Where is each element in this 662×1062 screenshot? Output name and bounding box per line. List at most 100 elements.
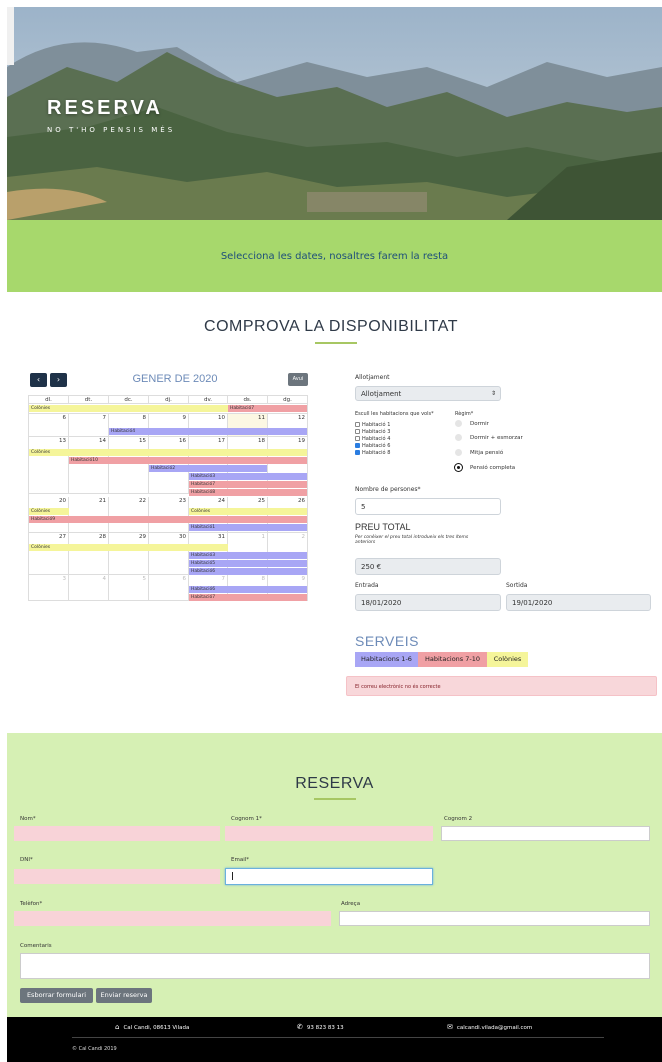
calendar-event[interactable]: Colònies [29, 508, 69, 515]
dni-input[interactable] [14, 869, 220, 884]
rooms-label: Escull les habitacions que vols* [355, 411, 434, 417]
submit-button[interactable]: Enviar reserva [96, 988, 152, 1003]
telefon-label: Telèfon* [20, 901, 43, 907]
calendar-event[interactable]: Habitació4 [109, 428, 307, 435]
footer-phone-text[interactable]: 93 823 83 13 [307, 1025, 344, 1031]
checkbox-icon[interactable] [355, 422, 360, 427]
adreca-input[interactable] [339, 911, 650, 926]
hero-banner: RESERVA NO T'HO PENSIS MÉS [7, 7, 662, 220]
calendar-day[interactable]: 22 [109, 497, 149, 532]
calendar-day[interactable]: 30 [149, 533, 189, 574]
weekday-header: dl. [29, 396, 69, 404]
calendar-today-button[interactable]: Avui [288, 373, 308, 386]
calendar-event[interactable]: Habitació7 [189, 481, 307, 488]
price-note: Per conèixer el preu total introdueix el… [355, 535, 469, 545]
room-checkbox[interactable]: Habitació 6 [355, 443, 390, 449]
calendar-day-other-month[interactable]: 6 [149, 575, 189, 601]
calendar-event[interactable]: Habitació6 [189, 568, 307, 575]
footer-divider [72, 1037, 604, 1038]
checkbox-checked-icon[interactable] [355, 443, 360, 448]
calendar-day[interactable]: 28 [69, 533, 109, 574]
calendar-event[interactable]: Habitació8 [189, 489, 307, 496]
calendar-event[interactable]: Colònies [29, 449, 307, 456]
calendar-event[interactable]: Habitació6 [189, 586, 307, 593]
calendar-day[interactable]: 14 [69, 437, 109, 493]
calendar-event[interactable]: Habitació7 [189, 594, 307, 601]
telefon-input[interactable] [14, 911, 331, 926]
calendar-event[interactable]: Colònies [29, 544, 228, 551]
calendar-day[interactable]: 29 [109, 533, 149, 574]
weekday-header: ds. [228, 396, 268, 404]
calendar-event[interactable]: Habitació1 [189, 524, 307, 531]
calendar-day[interactable]: 7 [69, 414, 109, 436]
regim-option[interactable]: Dormir [455, 420, 489, 429]
room-checkbox[interactable]: Habitació 4 [355, 436, 390, 442]
calendar-event[interactable]: Colònies [29, 405, 228, 412]
calendar-event[interactable]: Habitació5 [189, 560, 307, 567]
weekday-header: dg. [268, 396, 307, 404]
regim-option-label: Dormir [470, 421, 489, 427]
calendar-event[interactable]: Habitació3 [189, 473, 307, 480]
cognom2-input[interactable] [441, 826, 650, 841]
radio-selected-icon[interactable] [455, 464, 462, 471]
footer-phone[interactable]: ✆ 93 823 83 13 [297, 1023, 344, 1031]
regim-label: Règim* [455, 411, 474, 417]
calendar-day-other-month[interactable]: 3 [29, 575, 69, 601]
footer-address-text: Cal Candi, 08613 Vilada [123, 1025, 190, 1031]
regim-option[interactable]: Mitja pensió [455, 449, 503, 458]
adreca-label: Adreça [341, 901, 361, 907]
entrada-field[interactable]: 18/01/2020 [355, 594, 501, 611]
checkbox-icon[interactable] [355, 436, 360, 441]
entrada-label: Entrada [355, 582, 379, 589]
calendar-day[interactable]: 13 [29, 437, 69, 493]
cognom2-label: Cognom 2 [444, 816, 473, 822]
regim-option[interactable]: Pensió completa [455, 464, 515, 473]
calendar-prev-button[interactable]: ‹ [30, 373, 47, 387]
footer: ⌂ Cal Candi, 08613 Vilada ✆ 93 823 83 13 ✉… [7, 1017, 662, 1062]
calendar-day[interactable]: 6 [29, 414, 69, 436]
calendar-day[interactable]: 23 [149, 497, 189, 532]
comentaris-textarea[interactable] [20, 953, 650, 979]
radio-icon[interactable] [455, 449, 462, 456]
calendar-event[interactable]: Habitació3 [189, 552, 307, 559]
room-checkbox[interactable]: Habitació 8 [355, 450, 390, 456]
email-error-alert: El correu electrònic no és correcte [346, 676, 657, 696]
calendar-event[interactable]: Habitació2 [149, 465, 267, 472]
radio-icon[interactable] [455, 434, 462, 441]
calendar-event[interactable]: Habitació10 [69, 457, 307, 464]
weekday-header: dv. [189, 396, 228, 404]
phone-icon: ✆ [297, 1023, 303, 1031]
weekday-header: dt. [69, 396, 109, 404]
calendar-day-other-month[interactable]: 4 [69, 575, 109, 601]
room-checkbox[interactable]: Habitació 3 [355, 429, 390, 435]
email-input[interactable] [225, 868, 433, 885]
reset-button[interactable]: Esborrar formulari [20, 988, 93, 1003]
cognom1-label: Cognom 1* [231, 816, 262, 822]
regim-option[interactable]: Dormir + esmorzar [455, 434, 523, 443]
footer-email-text[interactable]: calcandi.vilada@gmail.com [457, 1025, 532, 1031]
title-underline [315, 342, 357, 344]
calendar-day[interactable]: 15 [109, 437, 149, 493]
intro-text: Selecciona les dates, nosaltres farem la… [220, 251, 449, 262]
calendar-day-other-month[interactable]: 5 [109, 575, 149, 601]
allotjament-select[interactable]: Allotjament ⇕ [355, 386, 501, 401]
calendar-event[interactable]: Habitació7 [228, 405, 307, 412]
calendar-day[interactable]: 21 [69, 497, 109, 532]
calendar-next-button[interactable]: › [50, 373, 67, 387]
service-tag-rooms-1-6: Habitacions 1-6 [355, 652, 418, 667]
nom-input[interactable] [14, 826, 220, 841]
room-label: Habitació 6 [362, 443, 391, 449]
regim-option-label: Mitja pensió [470, 450, 504, 456]
calendar-event[interactable]: Colònies [189, 508, 307, 515]
checkbox-checked-icon[interactable] [355, 450, 360, 455]
calendar-day[interactable]: 27 [29, 533, 69, 574]
reservation-title: RESERVA [295, 775, 374, 792]
radio-icon[interactable] [455, 420, 462, 427]
calendar-event[interactable]: Habitació9 [29, 516, 307, 523]
sortida-field[interactable]: 19/01/2020 [506, 594, 651, 611]
footer-email[interactable]: ✉ calcandi.vilada@gmail.com [447, 1023, 532, 1031]
persons-input[interactable]: 5 [355, 498, 501, 515]
cognom1-input[interactable] [225, 826, 433, 841]
checkbox-icon[interactable] [355, 429, 360, 434]
room-checkbox[interactable]: Habitació 1 [355, 422, 390, 428]
